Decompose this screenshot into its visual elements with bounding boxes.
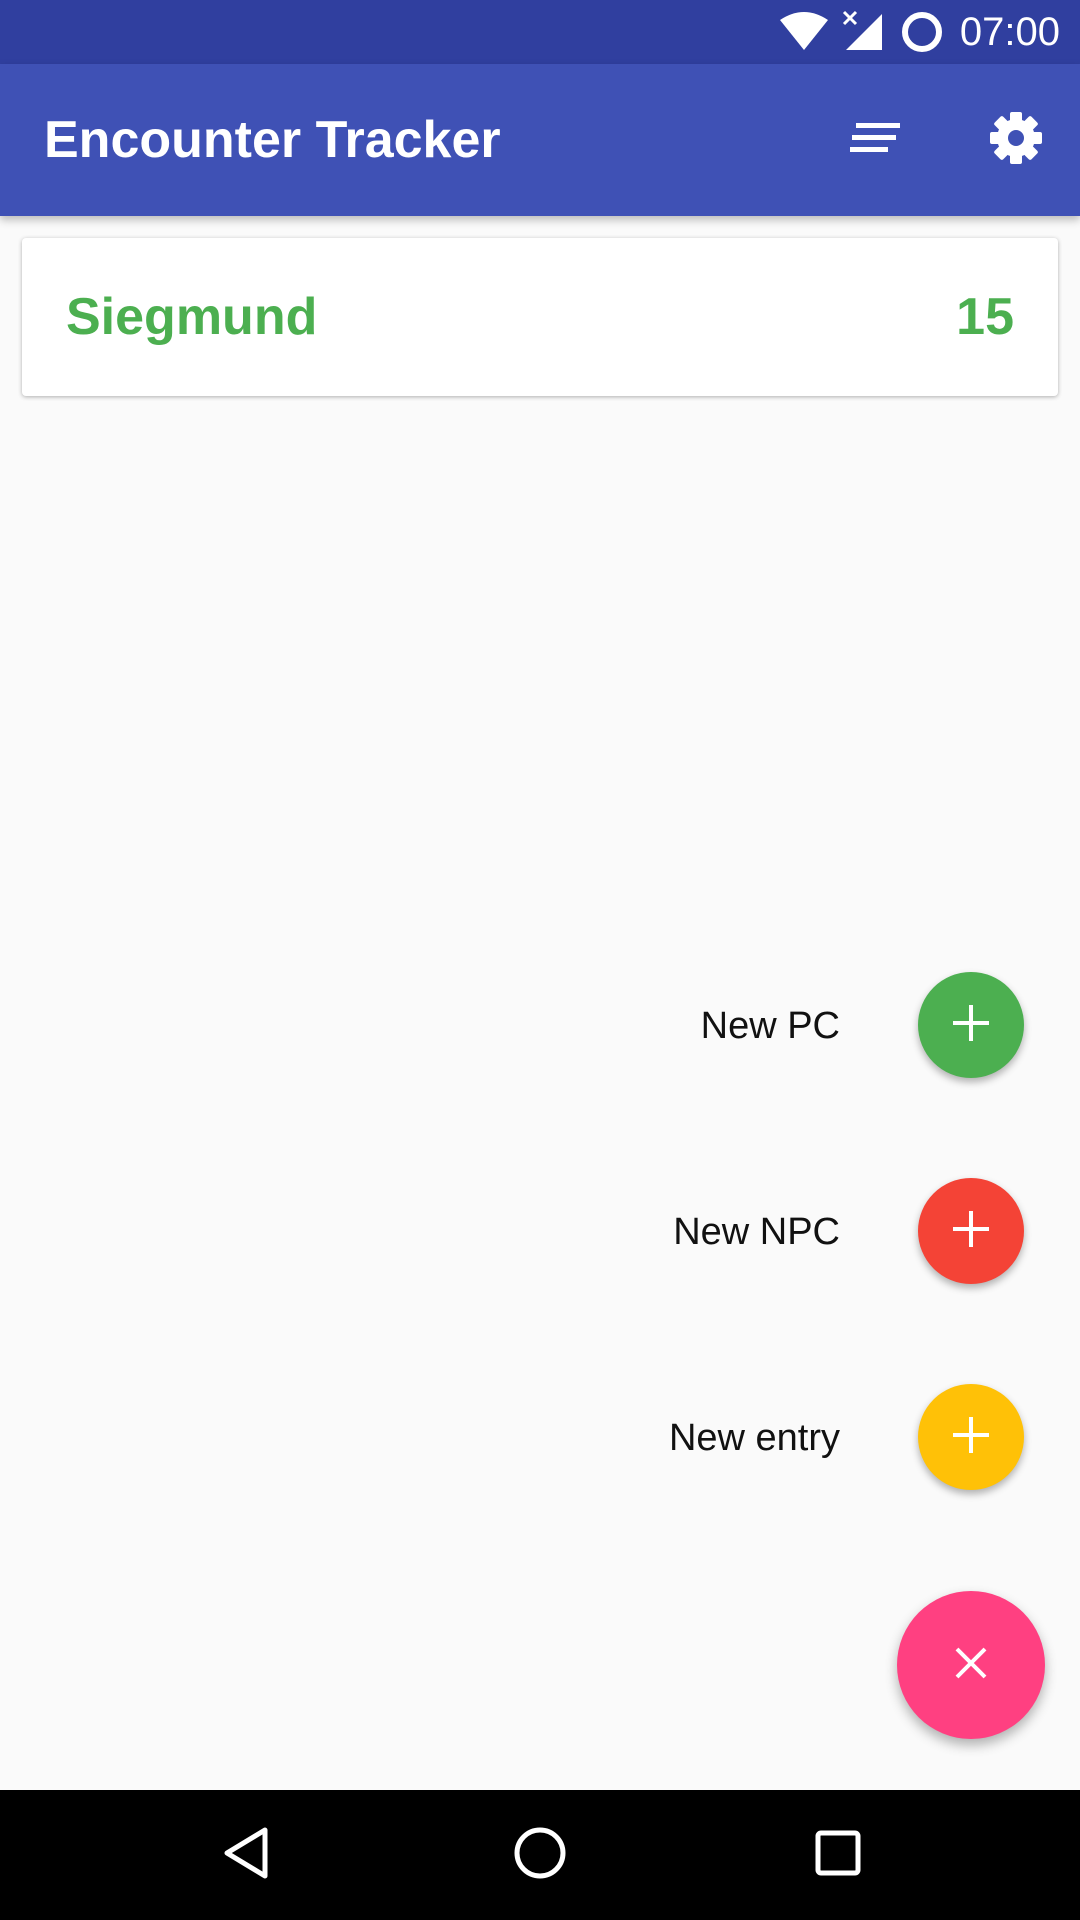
recents-button[interactable] [798, 1815, 878, 1895]
app-bar: Encounter Tracker [0, 64, 1080, 216]
signal-icon [842, 10, 886, 54]
new-npc-label[interactable]: New NPC [673, 1211, 840, 1254]
status-time: 07:00 [959, 10, 1060, 54]
new-npc-button[interactable] [918, 1178, 1024, 1284]
close-fab-button[interactable] [897, 1591, 1045, 1739]
wifi-icon [779, 12, 828, 52]
close-icon [954, 1646, 988, 1685]
settings-button[interactable] [976, 100, 1056, 180]
recents-icon [814, 1829, 862, 1882]
plus-icon [951, 1415, 991, 1460]
entry-card[interactable]: Siegmund 15 [22, 238, 1058, 396]
back-icon [221, 1826, 271, 1885]
back-button[interactable] [206, 1815, 286, 1895]
home-icon [513, 1826, 567, 1885]
settings-icon [988, 110, 1044, 171]
plus-icon [951, 1209, 991, 1254]
new-entry-label[interactable]: New entry [669, 1417, 840, 1460]
circle-status-icon [900, 10, 944, 54]
sort-icon [850, 121, 902, 160]
new-pc-button[interactable] [918, 972, 1024, 1078]
plus-icon [951, 1003, 991, 1048]
sort-button[interactable] [840, 104, 912, 176]
entry-name: Siegmund [66, 288, 318, 346]
app-title: Encounter Tracker [44, 111, 501, 169]
navigation-bar [0, 1790, 1080, 1920]
new-entry-button[interactable] [918, 1384, 1024, 1490]
home-button[interactable] [500, 1815, 580, 1895]
status-icons: 07:00 [779, 0, 1060, 64]
new-pc-label[interactable]: New PC [701, 1005, 840, 1048]
status-bar: 07:00 [0, 0, 1080, 64]
entry-initiative: 15 [956, 288, 1014, 346]
